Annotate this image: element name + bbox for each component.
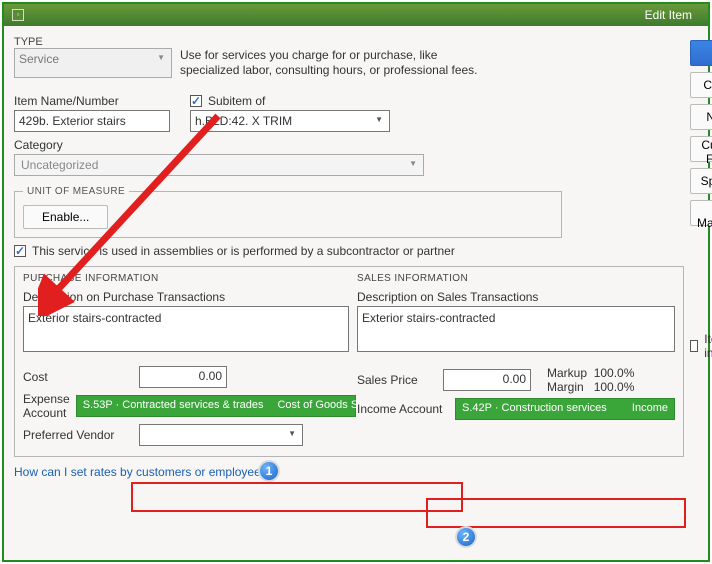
annotation-box-2 [426, 498, 686, 528]
uom-legend: UNIT OF MEASURE [23, 186, 129, 197]
preferred-vendor-select[interactable]: ▼ [139, 424, 303, 446]
purchase-desc-label: Description on Purchase Transactions [23, 290, 349, 304]
markup-label: Markup [547, 366, 587, 380]
custom-fields-button[interactable]: Custom Fields [690, 136, 712, 162]
purchase-desc-input[interactable]: Exterior stairs-contracted [23, 306, 349, 352]
expense-account-select[interactable]: S.53P · Contracted services & trades Cos… [76, 395, 356, 417]
help-link[interactable]: How can I set rates by customers or empl… [14, 465, 273, 479]
item-name-input[interactable]: 429b. Exterior stairs [14, 110, 170, 132]
subitem-checkbox[interactable]: ✓ [190, 95, 202, 107]
margin-value: 100.0% [594, 380, 635, 394]
chevron-down-icon: ▼ [288, 429, 296, 438]
cost-input[interactable]: 0.00 [139, 366, 227, 388]
titlebar: ▫ Edit Item [4, 4, 708, 26]
inactive-label: Item is inactive [704, 332, 712, 360]
sales-title: SALES INFORMATION [357, 273, 675, 284]
ok-button[interactable]: OK [690, 40, 712, 66]
income-account-select[interactable]: S.42P · Construction services Income [455, 398, 675, 420]
window-title: Edit Item [30, 8, 700, 22]
system-menu-icon[interactable]: ▫ [12, 9, 24, 21]
chevron-down-icon: ▼ [157, 53, 165, 62]
sales-price-label: Sales Price [357, 373, 437, 387]
category-select[interactable]: Uncategorized ▼ [14, 154, 424, 176]
service-used-checkbox[interactable]: ✓ [14, 245, 26, 257]
type-select[interactable]: Service ▼ [14, 48, 172, 78]
annotation-badge-1: 1 [258, 460, 280, 482]
category-label: Category [14, 138, 684, 152]
category-value: Uncategorized [21, 158, 98, 172]
subitem-select[interactable]: h.BLD:42. X TRIM ▼ [190, 110, 390, 132]
chevron-down-icon: ▼ [409, 159, 417, 168]
item-name-label: Item Name/Number [14, 94, 170, 108]
item-name-value: 429b. Exterior stairs [19, 114, 126, 128]
subitem-value: h.BLD:42. X TRIM [195, 114, 292, 128]
enable-button[interactable]: Enable... [23, 205, 108, 229]
sales-desc-input[interactable]: Exterior stairs-contracted [357, 306, 675, 352]
purchase-title: PURCHASE INFORMATION [23, 273, 349, 284]
type-description: Use for services you charge for or purch… [180, 48, 480, 78]
sales-price-input[interactable]: 0.00 [443, 369, 531, 391]
type-value: Service [19, 52, 59, 66]
expense-account-label: Expense Account [23, 392, 70, 420]
income-account-label: Income Account [357, 402, 449, 416]
service-used-label: This service is used in assemblies or is… [32, 244, 455, 258]
edit-markup-button[interactable]: Edit Markup... [690, 200, 712, 226]
chevron-down-icon: ▼ [375, 115, 383, 124]
cost-label: Cost [23, 370, 133, 384]
cancel-button[interactable]: Cancel [690, 72, 712, 98]
spelling-button[interactable]: Spelling [690, 168, 712, 194]
subitem-label: Subitem of [208, 94, 265, 108]
notes-button[interactable]: Notes [690, 104, 712, 130]
preferred-vendor-label: Preferred Vendor [23, 428, 133, 442]
annotation-box-1 [131, 482, 463, 512]
type-head: TYPE [14, 36, 684, 48]
markup-value: 100.0% [594, 366, 635, 380]
inactive-checkbox[interactable]: . [690, 340, 698, 352]
annotation-badge-2: 2 [455, 526, 477, 548]
sales-desc-label: Description on Sales Transactions [357, 290, 675, 304]
margin-label: Margin [547, 380, 584, 394]
uom-fieldset: UNIT OF MEASURE Enable... [14, 186, 562, 238]
